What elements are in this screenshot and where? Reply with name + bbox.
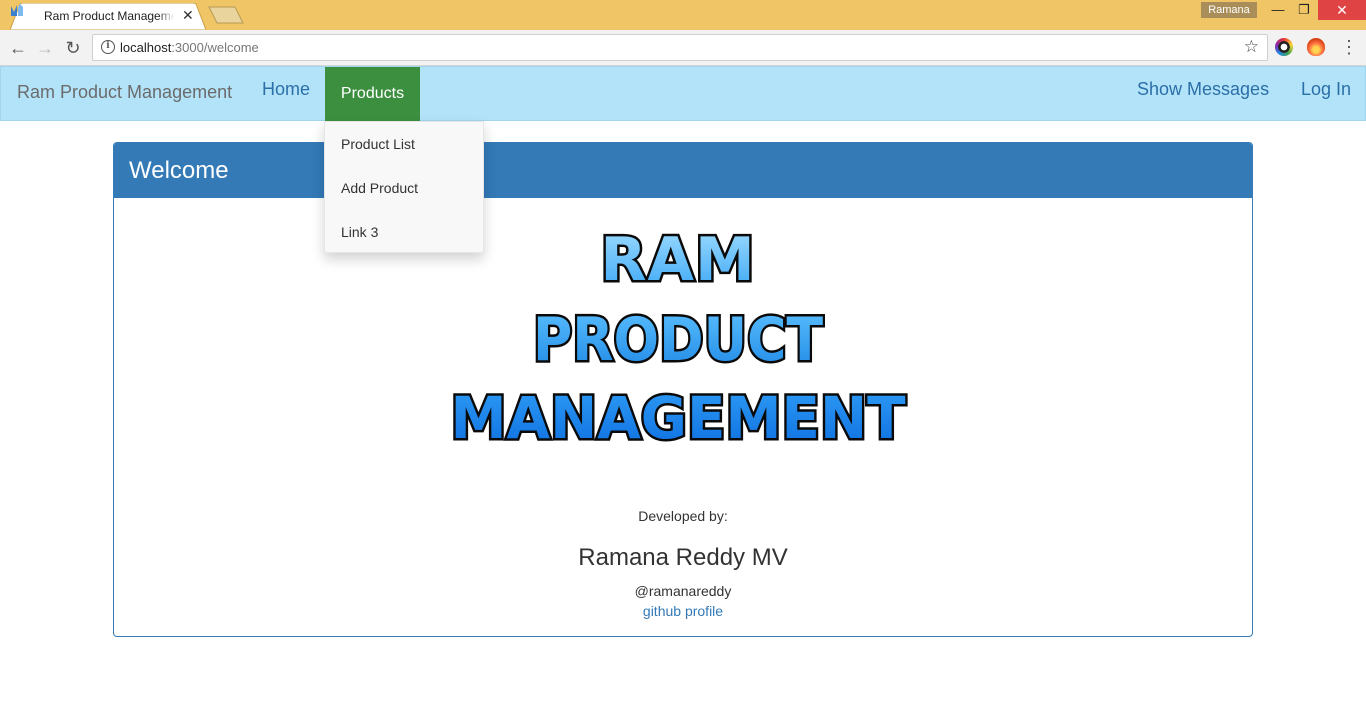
developer-handle: @ramanareddy <box>634 583 732 599</box>
app-favicon-icon <box>11 4 23 16</box>
url-path: :3000/welcome <box>171 40 259 55</box>
nav-show-messages-link[interactable]: Show Messages <box>1137 79 1269 100</box>
dropdown-item-link-3[interactable]: Link 3 <box>341 224 378 240</box>
address-bar[interactable]: i localhost:3000/welcome ☆ <box>92 34 1268 61</box>
reload-icon[interactable]: ↻ <box>61 36 85 60</box>
nav-login-link[interactable]: Log In <box>1301 79 1351 100</box>
flame-extension-icon[interactable] <box>1307 38 1325 56</box>
browser-toolbar: ← → ↻ i localhost:3000/welcome ☆ ⋮ <box>0 30 1366 66</box>
browser-menu-icon[interactable]: ⋮ <box>1340 36 1358 58</box>
github-profile-link[interactable]: github profile <box>114 603 1252 619</box>
panel-heading: Welcome <box>114 143 1252 198</box>
welcome-panel: Welcome RAM PRODUCT MANAGEMENT Developed… <box>113 142 1253 637</box>
browser-tab[interactable]: Ram Product Management ✕ <box>10 3 206 30</box>
new-tab-button[interactable] <box>208 6 244 24</box>
products-dropdown-menu: Product List Add Product Link 3 <box>324 121 484 253</box>
browser-profile-badge[interactable]: Ramana <box>1201 2 1257 18</box>
navbar-brand[interactable]: Ram Product Management <box>17 82 232 103</box>
forward-arrow-icon[interactable]: → <box>33 36 57 60</box>
color-picker-extension-icon[interactable] <box>1275 38 1293 56</box>
site-navbar: Ram Product Management Home Products Sho… <box>0 66 1366 121</box>
tab-close-icon[interactable]: ✕ <box>182 7 194 23</box>
logo-line-3: MANAGEMENT <box>451 384 906 450</box>
url-host: localhost <box>120 40 172 55</box>
back-arrow-icon[interactable]: ← <box>6 36 30 60</box>
developed-by-label: Developed by: <box>638 508 728 524</box>
nav-products-dropdown-toggle[interactable]: Products <box>325 67 420 121</box>
window-close-icon[interactable]: ✕ <box>1318 0 1366 20</box>
app-logo: RAM PRODUCT MANAGEMENT <box>448 223 908 451</box>
dropdown-item-product-list[interactable]: Product List <box>341 136 415 152</box>
logo-line-2: PRODUCT <box>533 305 823 375</box>
minimize-icon[interactable]: — <box>1264 0 1292 20</box>
logo-line-1: RAM <box>600 225 755 295</box>
restore-icon[interactable]: ❐ <box>1290 0 1318 20</box>
dropdown-item-add-product[interactable]: Add Product <box>341 180 418 196</box>
url-text[interactable]: localhost:3000/welcome <box>120 40 259 55</box>
bookmark-star-icon[interactable]: ☆ <box>1244 37 1259 57</box>
nav-home-link[interactable]: Home <box>262 79 310 100</box>
tab-title: Ram Product Management <box>44 9 174 23</box>
panel-body: RAM PRODUCT MANAGEMENT Developed by: Ram… <box>114 198 1252 636</box>
developer-name: Ramana Reddy MV <box>578 544 788 571</box>
browser-titlebar: Ram Product Management ✕ Ramana — ❐ ✕ <box>0 0 1366 30</box>
site-info-icon[interactable]: i <box>101 40 115 54</box>
